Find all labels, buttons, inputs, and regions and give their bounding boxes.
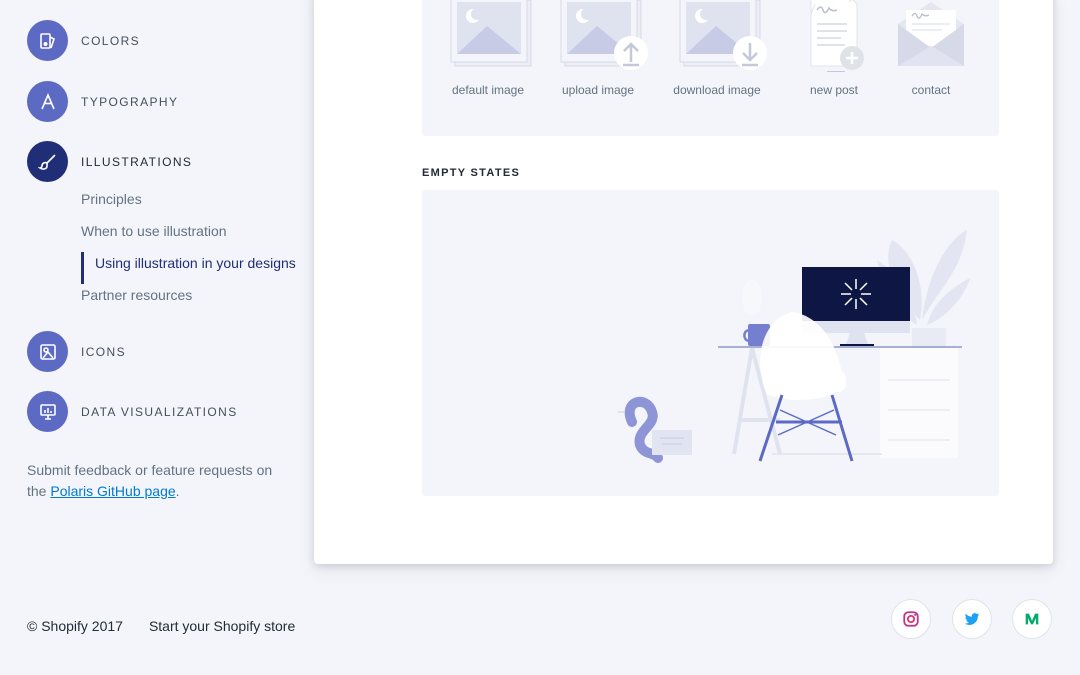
nav-label: TYPOGRAPHY bbox=[81, 94, 179, 109]
footer-left: © Shopify 2017 Start your Shopify store bbox=[27, 618, 295, 634]
illustration-caption: upload image bbox=[561, 83, 635, 97]
new-post-icon bbox=[810, 0, 864, 72]
sidebar: COLORS TYPOGRAPHY ILLUSTRATIONS Principl… bbox=[0, 0, 314, 600]
subnav-item-partner-resources[interactable]: Partner resources bbox=[81, 284, 296, 316]
instagram-icon bbox=[903, 611, 919, 627]
illustration-default-image: default image bbox=[433, 0, 543, 97]
illustration-caption: default image bbox=[451, 83, 525, 97]
illustration-examples-panel: default image upload image download imag… bbox=[422, 0, 999, 136]
colors-icon bbox=[27, 20, 68, 61]
typography-icon bbox=[27, 81, 68, 122]
illustrations-subnav: Principles When to use illustration Usin… bbox=[81, 188, 296, 316]
nav-section-data-visualizations[interactable]: DATA VISUALIZATIONS bbox=[27, 391, 238, 432]
brush-icon bbox=[27, 141, 68, 182]
nav-section-typography[interactable]: TYPOGRAPHY bbox=[27, 81, 178, 122]
illustration-new-post: new post bbox=[779, 0, 889, 97]
nav-label: ICONS bbox=[81, 344, 127, 359]
feedback-text-after: . bbox=[175, 483, 180, 499]
empty-state-illustration-panel bbox=[422, 190, 999, 496]
subnav-item-using-illustration[interactable]: Using illustration in your designs bbox=[81, 252, 296, 284]
copyright-text: © Shopify 2017 bbox=[27, 618, 123, 634]
nav-label: DATA VISUALIZATIONS bbox=[81, 404, 238, 419]
twitter-button[interactable] bbox=[952, 599, 992, 639]
illustration-caption: contact bbox=[911, 83, 951, 97]
content-card: default image upload image download imag… bbox=[314, 0, 1053, 564]
subnav-item-when-to-use[interactable]: When to use illustration bbox=[81, 220, 296, 252]
default-image-icon bbox=[450, 0, 532, 67]
nav-label: COLORS bbox=[81, 33, 141, 48]
nav-label: ILLUSTRATIONS bbox=[81, 154, 193, 169]
polaris-github-link[interactable]: Polaris GitHub page bbox=[50, 483, 175, 499]
nav-section-icons[interactable]: ICONS bbox=[27, 331, 126, 372]
download-image-icon bbox=[679, 0, 767, 70]
start-shopify-store-link[interactable]: Start your Shopify store bbox=[149, 618, 295, 634]
medium-icon bbox=[1025, 613, 1039, 625]
desk-illustration bbox=[618, 230, 970, 463]
illustration-caption: download image bbox=[673, 83, 761, 97]
contact-icon bbox=[898, 2, 964, 66]
nav-section-colors[interactable]: COLORS bbox=[27, 20, 140, 61]
upload-image-icon bbox=[560, 0, 648, 70]
subnav-item-principles[interactable]: Principles bbox=[81, 188, 296, 220]
illustration-caption: new post bbox=[809, 83, 859, 97]
icons-icon bbox=[27, 331, 68, 372]
illustration-download-image: download image bbox=[662, 0, 772, 97]
illustration-contact: contact bbox=[876, 0, 986, 97]
nav-section-illustrations[interactable]: ILLUSTRATIONS bbox=[27, 141, 192, 182]
data-visualization-icon bbox=[27, 391, 68, 432]
instagram-button[interactable] bbox=[891, 599, 931, 639]
illustration-upload-image: upload image bbox=[543, 0, 653, 97]
medium-button[interactable] bbox=[1012, 599, 1052, 639]
empty-states-heading: EMPTY STATES bbox=[422, 167, 521, 179]
feedback-text: Submit feedback or feature requests on t… bbox=[27, 460, 287, 502]
twitter-icon bbox=[964, 613, 980, 625]
